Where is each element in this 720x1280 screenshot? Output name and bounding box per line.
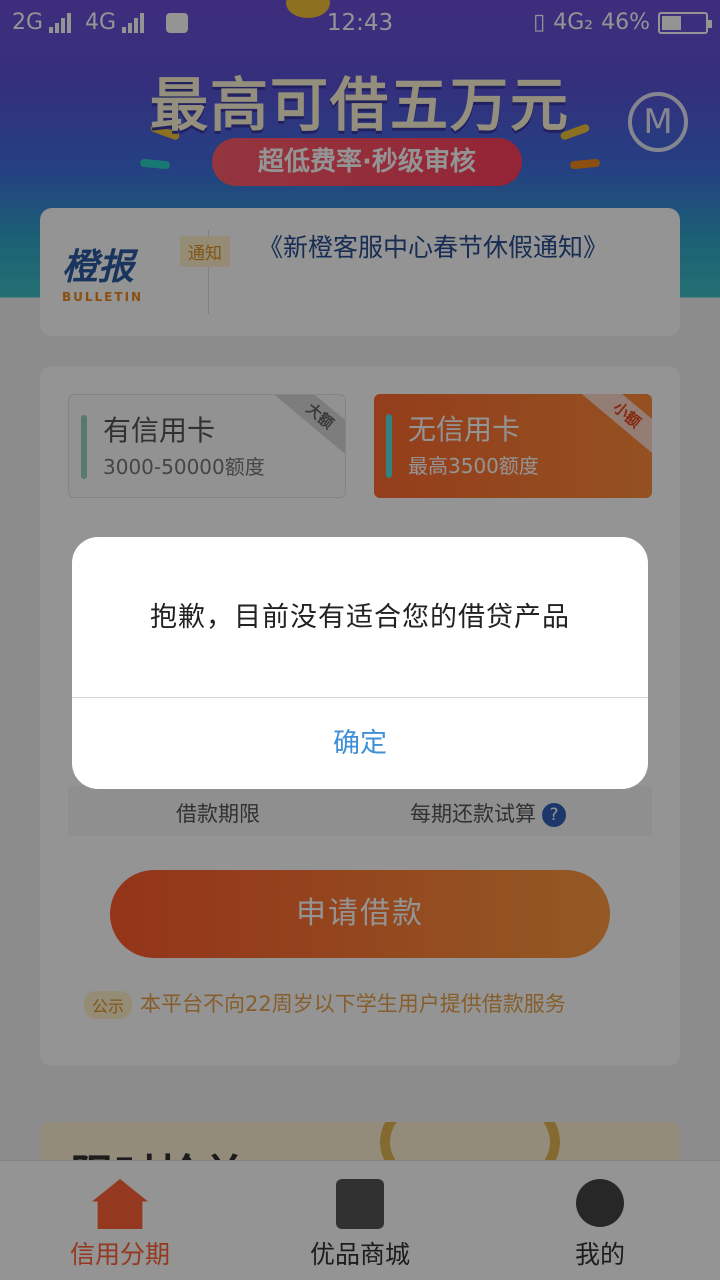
alert-dialog: 抱歉，目前没有适合您的借贷产品 确定 — [72, 537, 648, 789]
dialog-message: 抱歉，目前没有适合您的借贷产品 — [150, 602, 570, 633]
confirm-button[interactable]: 确定 — [72, 698, 648, 789]
app-screen: 2G 4G 12:43 ▯ 4G₂ 46% 最高可借五万元 超低费率·秒级审核 … — [0, 0, 720, 1280]
